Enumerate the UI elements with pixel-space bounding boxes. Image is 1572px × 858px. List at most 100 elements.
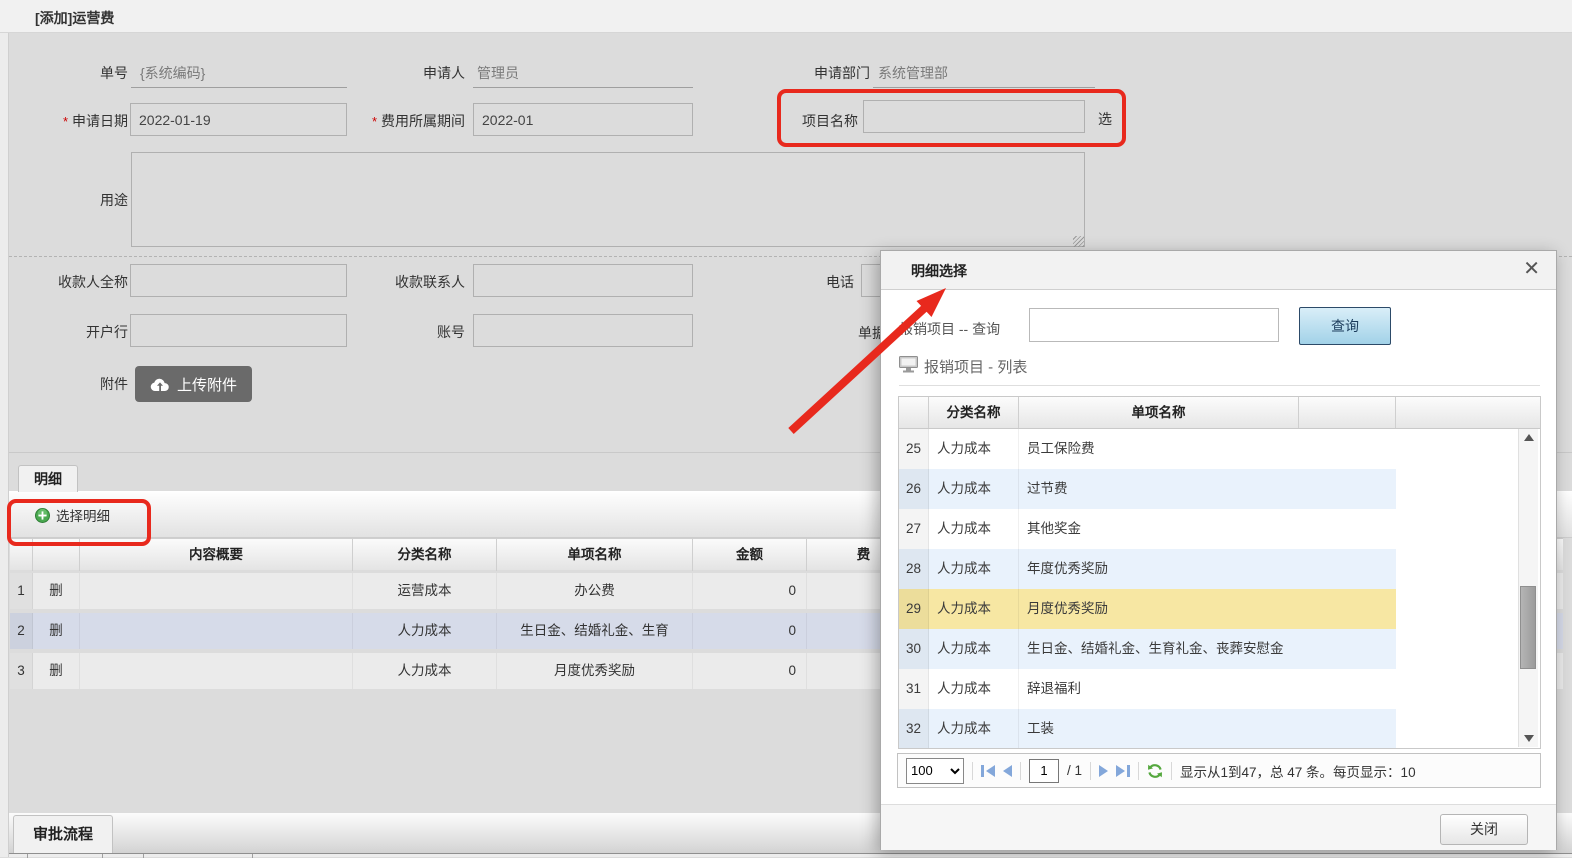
required-mark: * [372,114,377,129]
cell-category: 人力成本 [929,549,1019,589]
left-gutter [0,33,9,857]
approval-table-header-strip [9,853,1572,857]
cell-category: 人力成本 [929,589,1019,629]
cell-category: 人力成本 [929,629,1019,669]
cell-item: 辞退福利 [1019,669,1396,709]
cell-summary [80,653,353,689]
doc-no-value: {系统编码} [140,63,205,83]
apply-date-input[interactable] [130,103,347,136]
grid-col-rownum [899,397,929,428]
page-size-select[interactable]: 100 [906,758,964,784]
col-summary: 内容概要 [80,539,353,571]
page-number-input[interactable] [1029,759,1059,783]
col-item: 单项名称 [497,539,693,571]
grid-row[interactable]: 30 人力成本 生日金、结婚礼金、生育礼金、丧葬安慰金 [899,629,1396,669]
grid-row[interactable]: 26 人力成本 过节费 [899,469,1396,509]
delete-link[interactable]: 删 [33,573,80,609]
textarea-resize-handle[interactable] [1073,236,1084,247]
cloud-upload-icon [150,377,170,392]
expense-period-label: *费用所属期间 [345,111,465,131]
phone-label: 电话 [758,272,854,292]
first-page-button[interactable] [981,765,995,777]
attachment-label: 附件 [18,374,128,394]
close-button[interactable]: 关闭 [1440,814,1528,845]
delete-link[interactable]: 删 [33,613,80,649]
payee-contact-input[interactable] [473,264,693,297]
bank-input[interactable] [130,314,347,347]
cell-amount: 0 [693,573,807,609]
apply-date-label: *申请日期 [18,111,128,131]
payee-contact-label: 收款联系人 [345,272,465,292]
grid-col-item: 单项名称 [1019,397,1299,428]
delete-link[interactable]: 删 [33,653,80,689]
scroll-down-icon[interactable] [1519,730,1538,747]
prev-page-button[interactable] [1003,765,1012,777]
close-icon[interactable]: ✕ [1523,258,1540,280]
row-number: 26 [899,469,929,509]
refresh-icon[interactable] [1147,763,1163,779]
list-title: 报销项目 - 列表 [924,356,1027,377]
project-select-button[interactable]: 选 [1098,109,1112,129]
scroll-up-icon[interactable] [1519,429,1538,446]
grid-row[interactable]: 27 人力成本 其他奖金 [899,509,1396,549]
project-name-label: 项目名称 [758,111,858,131]
scrollbar[interactable] [1518,429,1538,747]
dialog-titlebar[interactable]: 明细选择 ✕ [881,251,1556,290]
project-name-input[interactable] [863,100,1085,133]
doc-no-label: 单号 [18,63,128,83]
select-detail-label: 选择明细 [56,505,110,525]
cell-category: 人力成本 [353,613,497,649]
cell-item: 月度优秀奖励 [497,653,693,689]
account-input[interactable] [473,314,693,347]
col-delete [33,539,80,571]
search-label: 报销项目 -- 查询 [899,319,1000,339]
page-title: [添加]运营费 [35,8,114,28]
cell-summary [80,573,353,609]
col-amount: 金额 [693,539,807,571]
pagination-status: 显示从1到47，总 47 条。每页显示：10 [1180,761,1416,781]
cell-amount: 0 [693,653,807,689]
tab-approval[interactable]: 审批流程 [13,815,113,853]
row-number: 31 [899,669,929,709]
select-detail-button[interactable]: 选择明细 [35,505,110,525]
pager-separator [1020,762,1021,780]
payee-name-label: 收款人全称 [18,272,128,292]
row-number: 2 [10,613,33,649]
grid-col-extra [1299,397,1396,428]
cell-category: 人力成本 [929,509,1019,549]
row-number: 1 [10,573,33,609]
monitor-icon [899,356,918,373]
tab-detail[interactable]: 明细 [18,465,78,492]
payee-name-input[interactable] [130,264,347,297]
purpose-textarea[interactable] [131,152,1085,247]
next-page-button[interactable] [1099,765,1108,777]
pager-separator [1171,762,1172,780]
grid-row[interactable]: 25 人力成本 员工保险费 [899,429,1396,469]
window-titlebar: [添加]运营费 [0,0,1572,33]
grid-row-highlighted[interactable]: 29 人力成本 月度优秀奖励 [899,589,1396,629]
query-button[interactable]: 查询 [1299,307,1391,345]
pager-separator [1138,762,1139,780]
upload-attachment-button[interactable]: 上传附件 [135,366,252,402]
expense-period-input[interactable] [473,103,693,136]
last-page-button[interactable] [1116,765,1130,777]
scrollbar-thumb[interactable] [1520,586,1536,669]
purpose-label: 用途 [18,190,128,210]
cell-item: 工装 [1019,709,1396,749]
cell-summary [80,613,353,649]
pager-separator [1090,762,1091,780]
cell-category: 人力成本 [929,669,1019,709]
pager-separator [972,762,973,780]
row-number: 27 [899,509,929,549]
row-number: 30 [899,629,929,669]
col-rownum [10,539,33,571]
pagination-bar: 100 / 1 显示从1到47，总 47 条。每页显示：10 [897,753,1541,788]
cell-category: 人力成本 [929,469,1019,509]
grid-row[interactable]: 31 人力成本 辞退福利 [899,669,1396,709]
search-input[interactable] [1029,308,1279,342]
grid-header: 分类名称 单项名称 [898,396,1541,429]
cell-item: 生日金、结婚礼金、生育 [497,613,693,649]
grid-row[interactable]: 28 人力成本 年度优秀奖励 [899,549,1396,589]
grid-row[interactable]: 32 人力成本 工装 [899,709,1396,749]
department-label: 申请部门 [750,63,870,83]
